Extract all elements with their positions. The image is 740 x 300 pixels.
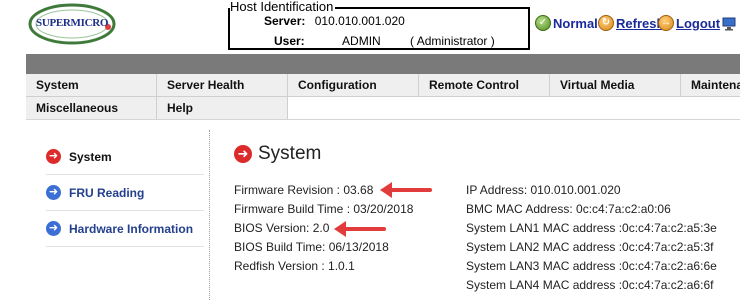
menu-miscellaneous[interactable]: Miscellaneous [26,97,157,119]
lan2-mac-address: System LAN2 MAC address :0c:c4:7a:c2:a5:… [466,240,714,254]
arrow-right-red-icon: ➜ [234,145,252,163]
status-normal[interactable]: ✓ Normal [535,15,598,31]
sidebar-item-label: System [69,149,112,164]
logout-icon: → [658,15,674,31]
sidebar-item-label: FRU Reading [69,185,145,200]
firmware-build-time: Firmware Build Time : 03/20/2018 [234,202,414,216]
sidebar-divider [209,130,210,300]
menu-help[interactable]: Help [157,97,288,119]
menu-system[interactable]: System [26,74,157,96]
logout-label: Logout [676,15,721,31]
logo-text: SUPERMICRO [36,17,109,29]
main-menu-row-2: Miscellaneous Help [26,97,740,120]
arrow-right-red-icon: ➜ [46,149,61,164]
main-menu-row-1: System Server Health Configuration Remot… [26,74,740,97]
ip-address: IP Address: 010.010.001.020 [466,183,621,197]
check-icon: ✓ [535,15,551,31]
server-value: 010.010.001.020 [314,14,405,28]
page-title: ➜ System [234,143,321,165]
user-row: User: ADMIN ( Administrator ) [274,34,495,48]
arrow-right-blue-icon: ➜ [46,221,61,236]
sidebar-item-fru-reading[interactable]: ➜ FRU Reading [46,175,204,211]
server-row: Server: 010.010.001.020 [264,14,405,28]
monitor-icon[interactable] [722,17,736,31]
sidebar-item-label: Hardware Information [69,221,194,236]
refresh-icon: ↻ [598,15,614,31]
lan4-mac-address: System LAN4 MAC address :0c:c4:7a:c2:a6:… [466,278,714,292]
firmware-revision: Firmware Revision : 03.68 [234,183,374,197]
menu-virtual-media[interactable]: Virtual Media [550,74,681,96]
arrow-right-blue-icon: ➜ [46,185,61,200]
user-label: User: [274,34,305,48]
refresh-link[interactable]: ↻ Refresh [598,15,664,31]
annotation-arrow-firmware [380,182,432,198]
lan1-mac-address: System LAN1 MAC address :0c:c4:7a:c2:a5:… [466,221,717,235]
sidebar-item-hardware-information[interactable]: ➜ Hardware Information [46,211,204,247]
bios-version: BIOS Version: 2.0 [234,221,330,235]
sidebar-item-system[interactable]: ➜ System [46,139,204,175]
bios-build-time: BIOS Build Time: 06/13/2018 [234,240,389,254]
page-title-text: System [258,143,322,164]
logout-link[interactable]: → Logout [658,15,720,31]
lan3-mac-address: System LAN3 MAC address :0c:c4:7a:c2:a6:… [466,259,717,273]
menu-configuration[interactable]: Configuration [288,74,419,96]
bmc-mac-address: BMC MAC Address: 0c:c4:7a:c2:a0:06 [466,202,671,216]
user-value: ADMIN [342,34,381,48]
user-role: ( Administrator ) [410,34,495,48]
supermicro-logo: SUPERMICRO [28,3,116,45]
server-label: Server: [264,14,306,28]
menu-maintenance[interactable]: Maintena [681,74,740,96]
host-identification-legend: Host Identification [230,0,336,14]
menu-server-health[interactable]: Server Health [157,74,288,96]
redfish-version: Redfish Version : 1.0.1 [234,259,355,273]
status-normal-label: Normal [553,15,598,31]
annotation-arrow-bios [334,221,386,237]
menu-remote-control[interactable]: Remote Control [419,74,550,96]
header-band [26,54,740,74]
